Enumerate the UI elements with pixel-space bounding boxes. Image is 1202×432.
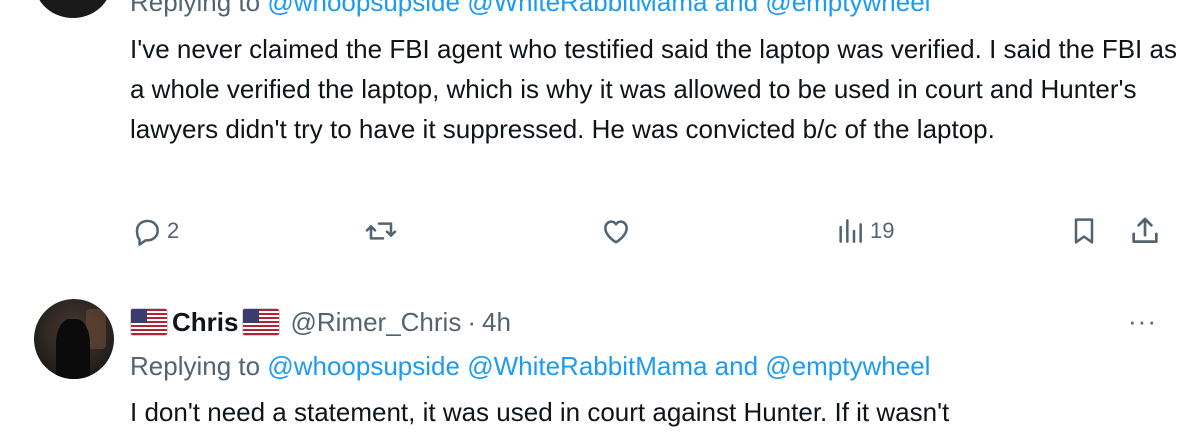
bookmark-button[interactable] [1068,213,1100,249]
share-button[interactable] [1128,213,1162,249]
mention-link[interactable]: @emptywheel [765,351,930,381]
replying-and: and [714,0,759,17]
separator: · [467,306,476,337]
avatar[interactable] [35,0,111,18]
mention-link[interactable]: @whoopsupside [267,0,460,17]
mention-link[interactable]: @WhiteRabbitMama [467,0,707,17]
share-icon [1132,217,1158,243]
retweet-button[interactable] [363,213,399,249]
bookmark-icon [1074,218,1094,244]
like-button[interactable] [599,213,633,249]
views-button[interactable]: 19 [834,213,894,249]
display-name[interactable]: Chris [172,307,238,338]
replying-prefix: Replying to [130,351,261,381]
tweet-header: Chris @Rimer_Chris · 4h [130,303,511,341]
views-count: 19 [870,218,895,243]
tweet-text: I don't need a statement, it was used in… [130,397,950,427]
replying-prefix: Replying to [130,0,261,17]
us-flag-icon [130,308,168,336]
replying-to: Replying to @whoopsupside @WhiteRabbitMa… [130,350,930,382]
views-icon [839,219,862,243]
replying-and: and [714,351,759,381]
mention-link[interactable]: @whoopsupside [267,351,460,381]
reply-button[interactable]: 2 [131,213,179,249]
avatar[interactable] [34,299,114,379]
reply-count: 2 [167,218,180,243]
mention-link[interactable]: @WhiteRabbitMama [467,351,707,381]
more-options-icon[interactable]: ··· [1128,306,1157,337]
like-icon [604,220,628,244]
reply-icon [135,219,159,246]
retweet-icon [365,222,397,240]
tweet-text: I've never claimed the FBI agent who tes… [130,34,1177,144]
mention-link[interactable]: @emptywheel [765,0,930,17]
us-flag-icon [242,308,281,336]
timestamp[interactable]: 4h [482,307,511,338]
user-handle[interactable]: @Rimer_Chris [290,307,461,338]
replying-to: Replying to @whoopsupside @WhiteRabbitMa… [130,0,930,18]
